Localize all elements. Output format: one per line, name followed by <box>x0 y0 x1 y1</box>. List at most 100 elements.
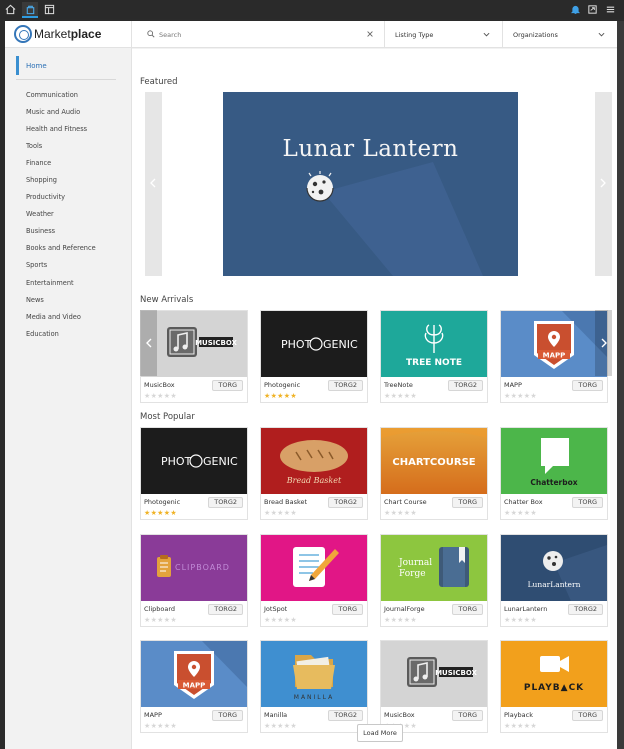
sidebar-item-weather[interactable]: Weather <box>26 206 96 223</box>
org-badge[interactable]: TORG <box>332 604 363 615</box>
rating-stars: ★★★★★ <box>144 392 177 400</box>
org-badge[interactable]: TORG <box>572 710 603 721</box>
org-badge[interactable]: TORG2 <box>328 497 363 508</box>
sidebar-item-home[interactable]: Home <box>16 56 116 75</box>
app-thumbnail[interactable] <box>261 535 367 601</box>
app-card-chatter-box[interactable]: Chatterbox Chatter Box TORG ★★★★★ <box>500 427 608 520</box>
star-icon: ★ <box>144 509 151 517</box>
app-thumbnail[interactable]: Bread Basket <box>261 428 367 494</box>
org-badge[interactable]: TORG2 <box>208 497 243 508</box>
app-card-lunarlantern[interactable]: LunarLantern LunarLantern TORG2 ★★★★★ <box>500 534 608 627</box>
star-icon: ★ <box>397 509 404 517</box>
app-name: Photogenic <box>144 498 181 506</box>
app-card-jotspot[interactable]: JotSpot TORG ★★★★★ <box>260 534 368 627</box>
org-badge[interactable]: TORG2 <box>208 604 243 615</box>
star-icon: ★ <box>517 722 524 730</box>
app-thumbnail[interactable]: MAPP <box>501 311 607 377</box>
org-badge[interactable]: TORG <box>572 380 603 391</box>
sidebar-item-media-and-video[interactable]: Media and Video <box>26 308 96 325</box>
app-thumbnail[interactable]: MANILLA <box>261 641 367 707</box>
store-icon[interactable] <box>22 2 38 18</box>
search-input[interactable] <box>159 27 359 42</box>
star-icon: ★ <box>277 616 284 624</box>
app-thumbnail[interactable]: Journal Forge <box>381 535 487 601</box>
share-icon[interactable] <box>586 3 599 16</box>
star-icon: ★ <box>504 509 511 517</box>
window-icon[interactable] <box>43 3 56 16</box>
app-thumbnail[interactable]: CLIPBOARD <box>141 535 247 601</box>
app-name: Clipboard <box>144 605 176 613</box>
featured-next-button[interactable] <box>595 92 612 276</box>
org-badge[interactable]: TORG <box>452 710 483 721</box>
featured-prev-button[interactable] <box>145 92 162 276</box>
sidebar-item-entertainment[interactable]: Entertainment <box>26 274 96 291</box>
featured-title: Featured <box>140 77 178 87</box>
app-thumbnail[interactable]: MAPP <box>141 641 247 707</box>
app-card-mapp[interactable]: MAPP MAPP TORG ★★★★★ <box>500 310 608 403</box>
org-badge[interactable]: TORG2 <box>568 604 603 615</box>
sidebar-item-communication[interactable]: Communication <box>26 86 96 103</box>
app-card-treenote[interactable]: TREE NOTE TreeNote TORG2 ★★★★★ <box>380 310 488 403</box>
notification-icon[interactable] <box>569 3 582 16</box>
star-icon: ★ <box>264 616 271 624</box>
app-name: Bread Basket <box>264 498 308 506</box>
app-card-mapp[interactable]: MAPP MAPP TORG ★★★★★ <box>140 640 248 733</box>
app-card-playback[interactable]: PLAYB▲CK Playback TORG ★★★★★ <box>500 640 608 733</box>
rating-stars: ★★★★★ <box>144 509 177 517</box>
app-card-photogenic[interactable]: PHOT GENIC Photogenic TORG2 ★★★★★ <box>140 427 248 520</box>
sidebar-item-shopping[interactable]: Shopping <box>26 171 96 188</box>
menu-icon[interactable] <box>604 3 617 16</box>
app-thumbnail[interactable]: Chatterbox <box>501 428 607 494</box>
sidebar-item-health-and-fitness[interactable]: Health and Fitness <box>26 120 96 137</box>
svg-text:GENIC: GENIC <box>203 455 238 468</box>
sidebar-item-tools[interactable]: Tools <box>26 137 96 154</box>
sidebar-item-sports[interactable]: Sports <box>26 257 96 274</box>
app-name: JournalForge <box>384 605 425 613</box>
sidebar-item-news[interactable]: News <box>26 291 96 308</box>
organizations-dropdown[interactable]: Organizations <box>503 21 617 48</box>
org-badge[interactable]: TORG2 <box>328 710 363 721</box>
app-thumbnail[interactable]: PHOT GENIC <box>261 311 367 377</box>
sidebar-item-productivity[interactable]: Productivity <box>26 189 96 206</box>
app-card-manilla[interactable]: MANILLA Manilla TORG2 ★★★★★ <box>260 640 368 733</box>
star-icon: ★ <box>397 392 404 400</box>
org-badge[interactable]: TORG <box>212 380 243 391</box>
app-card-clipboard[interactable]: CLIPBOARD Clipboard TORG2 ★★★★★ <box>140 534 248 627</box>
app-card-musicbox[interactable]: MUSICBOX MusicBox TORG ★★★★★ <box>380 640 488 733</box>
org-badge[interactable]: TORG <box>212 710 243 721</box>
new-arrivals-next-button[interactable] <box>595 310 612 376</box>
sidebar-item-finance[interactable]: Finance <box>26 154 96 171</box>
star-icon: ★ <box>384 509 391 517</box>
sidebar-item-business[interactable]: Business <box>26 223 96 240</box>
featured-banner[interactable]: Lunar Lantern <box>223 92 518 276</box>
app-name: TreeNote <box>384 381 413 389</box>
org-badge[interactable]: TORG <box>572 497 603 508</box>
listing-type-dropdown[interactable]: Listing Type <box>385 21 503 48</box>
org-badge[interactable]: TORG2 <box>448 380 483 391</box>
app-thumbnail[interactable]: LunarLantern <box>501 535 607 601</box>
sidebar-item-books-and-reference[interactable]: Books and Reference <box>26 240 96 257</box>
svg-text:Chatterbox: Chatterbox <box>530 478 577 487</box>
app-thumbnail[interactable]: PLAYB▲CK <box>501 641 607 707</box>
app-card-journalforge[interactable]: Journal Forge JournalForge TORG ★★★★★ <box>380 534 488 627</box>
load-more-button[interactable]: Load More <box>357 724 403 742</box>
clear-search-icon[interactable] <box>366 30 374 38</box>
org-badge[interactable]: TORG <box>452 497 483 508</box>
org-badge[interactable]: TORG2 <box>328 380 363 391</box>
app-thumbnail[interactable]: TREE NOTE <box>381 311 487 377</box>
app-thumbnail[interactable]: CHARTCOURSE <box>381 428 487 494</box>
sidebar-item-music-and-audio[interactable]: Music and Audio <box>26 103 96 120</box>
app-card-bread-basket[interactable]: Bread Basket Bread Basket TORG2 ★★★★★ <box>260 427 368 520</box>
app-thumbnail[interactable]: MUSICBOX <box>381 641 487 707</box>
sidebar-item-education[interactable]: Education <box>26 325 96 342</box>
brand-header[interactable]: Marketplace <box>5 21 132 48</box>
app-name: MusicBox <box>144 381 175 389</box>
svg-text:GENIC: GENIC <box>323 338 358 351</box>
new-arrivals-prev-button[interactable] <box>140 310 157 376</box>
star-icon: ★ <box>290 616 297 624</box>
app-card-photogenic[interactable]: PHOT GENIC Photogenic TORG2 ★★★★★ <box>260 310 368 403</box>
home-icon[interactable] <box>4 3 17 16</box>
org-badge[interactable]: TORG <box>452 604 483 615</box>
app-card-chart-course[interactable]: CHARTCOURSE Chart Course TORG ★★★★★ <box>380 427 488 520</box>
app-thumbnail[interactable]: PHOT GENIC <box>141 428 247 494</box>
